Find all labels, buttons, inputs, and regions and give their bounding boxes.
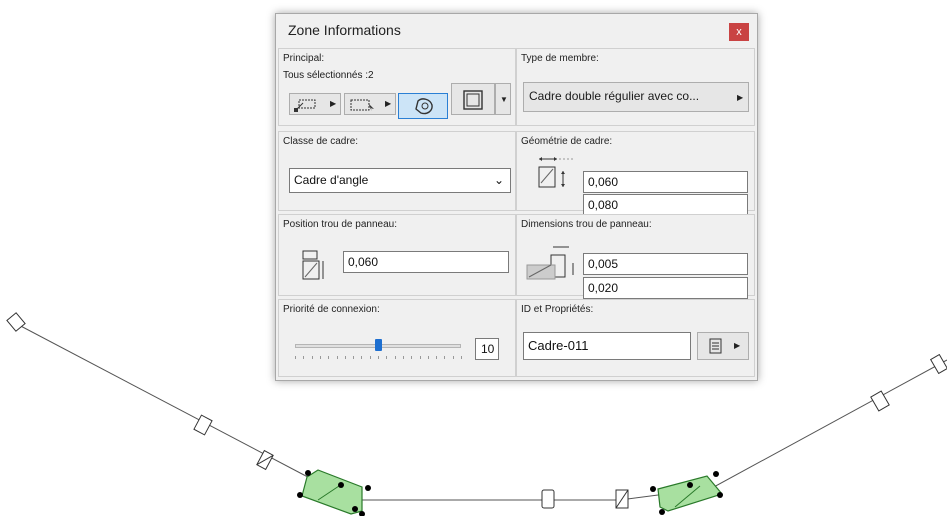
member-type-label: Type de membre: (521, 53, 599, 64)
chevron-right-icon: ▶ (737, 93, 744, 102)
slider-tick (444, 356, 446, 359)
panel-marker[interactable] (615, 489, 629, 509)
slider-tick (394, 356, 396, 359)
priority-value-input[interactable]: 10 (475, 338, 499, 360)
panel-marker[interactable] (256, 449, 274, 471)
slider-tick (461, 356, 462, 359)
priority-slider-thumb[interactable] (375, 339, 382, 351)
chevron-right-icon: ▶ (330, 99, 337, 108)
zone-info-dialog: Zone Informations x Principal: Tous séle… (275, 13, 758, 381)
priority-value: 10 (481, 342, 495, 356)
dialog-title: Zone Informations (288, 22, 401, 38)
frame-width-input[interactable]: 0,060 (583, 171, 748, 193)
frame-display-button[interactable] (451, 83, 495, 115)
frame-geometry-icon (538, 157, 575, 188)
slider-tick (402, 356, 404, 359)
frame-class-select[interactable]: Cadre d'angle ⌄ (289, 168, 511, 193)
slider-tick (361, 356, 363, 359)
hole-position-icon (302, 250, 324, 280)
panel-marker[interactable] (929, 353, 947, 375)
slider-tick (369, 356, 371, 359)
marquee-select-icon (350, 99, 374, 111)
connection-priority-label: Priorité de connexion: (283, 304, 380, 315)
slider-tick (311, 356, 313, 359)
slider-tick (427, 356, 429, 359)
panel-hole-position-label: Position trou de panneau: (283, 219, 397, 230)
principal-section: Principal: Tous sélectionnés :2 ▶ ▶ ▼ (278, 48, 516, 126)
member-type-value: Cadre double régulier avec co... (529, 89, 700, 103)
hole-dimensions-icon (526, 246, 574, 280)
chevron-down-icon: ▼ (500, 95, 508, 104)
panel-marker[interactable] (541, 489, 555, 509)
hand-pointer-icon (415, 98, 433, 115)
selection-mode-button-2[interactable]: ▶ (344, 93, 396, 115)
dialog-titlebar[interactable]: Zone Informations x (276, 14, 757, 47)
frame-class-label: Classe de cadre: (283, 136, 359, 147)
frame-icon (463, 90, 483, 110)
panel-hole-position-section: Position trou de panneau: 0,060 (278, 214, 516, 296)
slider-tick (336, 356, 338, 359)
id-properties-section: ID et Propriétés: Cadre-011 ▶ (516, 299, 755, 377)
frame-class-value: Cadre d'angle (294, 173, 369, 187)
panel-marker[interactable] (6, 312, 26, 332)
id-properties-label: ID et Propriétés: (521, 304, 594, 315)
slider-tick (344, 356, 346, 359)
close-button[interactable]: x (729, 23, 749, 41)
frame-geometry-section: Géométrie de cadre: 0,060 0,080 (516, 131, 755, 216)
priority-slider-ticks (295, 356, 462, 360)
selection-mode-button-1[interactable]: ▶ (289, 93, 341, 115)
chevron-down-icon: ⌄ (493, 173, 504, 187)
slider-tick (452, 356, 454, 359)
frame-display-dropdown[interactable]: ▼ (495, 83, 511, 115)
member-type-section: Type de membre: Cadre double régulier av… (516, 48, 755, 126)
connection-priority-section: Priorité de connexion: 10 (278, 299, 516, 377)
properties-button[interactable]: ▶ (697, 332, 749, 360)
slider-tick (386, 356, 388, 359)
frame-width-value: 0,060 (588, 175, 619, 189)
slider-tick (328, 356, 330, 359)
frame-depth-input[interactable]: 0,080 (583, 194, 748, 216)
selection-count-text: Tous sélectionnés :2 (283, 70, 374, 81)
id-input[interactable]: Cadre-011 (523, 332, 691, 360)
id-value: Cadre-011 (528, 338, 589, 353)
close-icon: x (736, 26, 742, 38)
panel-hole-dimensions-section: Dimensions trou de panneau: 0,005 0,020 (516, 214, 755, 299)
panel-marker[interactable] (870, 390, 890, 412)
slider-tick (295, 356, 296, 359)
slider-tick (353, 356, 355, 359)
hole-position-value: 0,060 (348, 255, 379, 269)
principal-label: Principal: (283, 53, 325, 64)
hole-dimension-1-input[interactable]: 0,005 (583, 253, 748, 275)
slider-tick (411, 356, 413, 359)
frame-class-section: Classe de cadre: Cadre d'angle ⌄ (278, 131, 516, 211)
document-icon (709, 338, 722, 354)
selected-frame-right[interactable] (650, 471, 724, 515)
member-type-button[interactable]: Cadre double régulier avec co... ▶ (523, 82, 749, 112)
slider-tick (303, 356, 305, 359)
pick-mode-toggle[interactable] (398, 93, 448, 119)
slider-tick (436, 356, 438, 359)
slider-tick (319, 356, 321, 359)
pick-frame-icon (294, 99, 316, 112)
selected-frame-left[interactable] (297, 469, 371, 516)
chevron-right-icon: ▶ (734, 341, 741, 350)
panel-hole-dimensions-label: Dimensions trou de panneau: (521, 219, 652, 230)
hole-dimension-1-value: 0,005 (588, 257, 619, 271)
hole-dimension-2-value: 0,020 (588, 281, 619, 295)
frame-depth-value: 0,080 (588, 198, 619, 212)
frame-geometry-label: Géométrie de cadre: (521, 136, 613, 147)
chevron-right-icon: ▶ (385, 99, 392, 108)
hole-position-input[interactable]: 0,060 (343, 251, 509, 273)
slider-tick (419, 356, 421, 359)
slider-tick (378, 356, 379, 359)
hole-dimension-2-input[interactable]: 0,020 (583, 277, 748, 299)
